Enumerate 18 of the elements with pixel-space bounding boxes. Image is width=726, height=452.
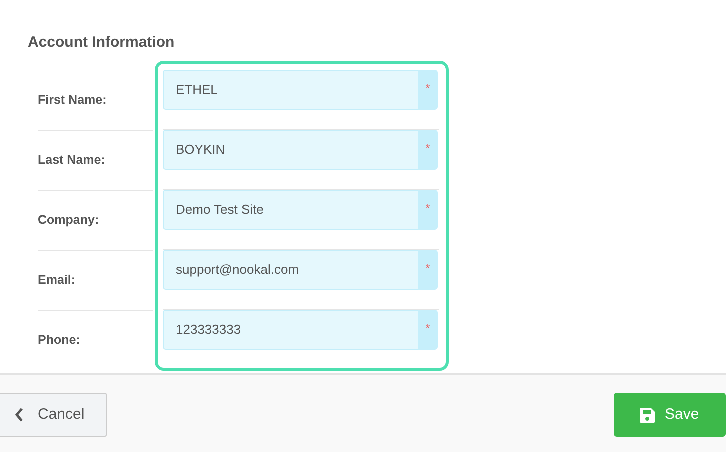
field-label: First Name:: [38, 92, 107, 109]
required-marker: *: [418, 310, 438, 350]
field-label: Company:: [38, 212, 100, 229]
section-title: Account Information: [28, 33, 176, 53]
field-label: Last Name:: [38, 152, 106, 169]
input-field[interactable]: ETHEL: [163, 70, 418, 110]
input-field[interactable]: 123333333: [163, 310, 418, 350]
cancel-button[interactable]: Cancel: [0, 393, 107, 437]
field-label: Email:: [38, 272, 76, 289]
required-marker: *: [418, 250, 438, 290]
input-field[interactable]: support@nookal.com: [163, 250, 418, 290]
chevron-left-icon: [15, 408, 24, 422]
input-field[interactable]: BOYKIN: [163, 130, 418, 170]
field-label: Phone:: [38, 332, 80, 350]
required-marker: *: [418, 130, 438, 170]
required-marker: *: [418, 190, 438, 230]
required-marker: *: [418, 70, 438, 110]
input-field[interactable]: Demo Test Site: [163, 190, 418, 230]
